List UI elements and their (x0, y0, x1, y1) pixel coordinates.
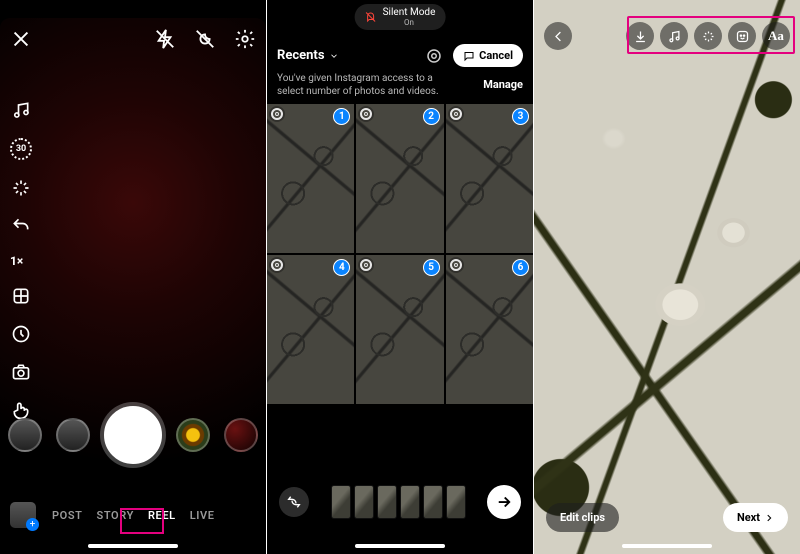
reorder-button[interactable] (279, 487, 309, 517)
media-cell[interactable]: 6 (446, 255, 533, 404)
editor-toolbar: Aa (626, 22, 790, 50)
clip-thumb[interactable] (446, 485, 466, 519)
live-photo-icon (271, 259, 283, 271)
media-cell[interactable]: 5 (356, 255, 443, 404)
live-photo-icon (450, 259, 462, 271)
sticker-icon[interactable] (728, 22, 756, 50)
effects-icon[interactable] (694, 22, 722, 50)
music-icon[interactable] (10, 100, 32, 120)
media-cell[interactable]: 1 (267, 104, 354, 253)
text-icon[interactable]: Aa (762, 22, 790, 50)
dual-camera-icon[interactable] (10, 362, 32, 382)
night-off-icon[interactable] (194, 28, 216, 50)
next-button[interactable]: Next (723, 503, 788, 532)
next-button[interactable] (487, 485, 521, 519)
tab-reel[interactable]: REEL (148, 509, 176, 522)
shutter-button[interactable] (104, 406, 162, 464)
mode-tabs: POST STORY REEL LIVE (52, 509, 215, 522)
order-badge: 3 (512, 108, 529, 125)
album-label: Recents (277, 48, 325, 63)
filter-thumb[interactable] (224, 418, 258, 452)
album-selector[interactable]: Recents (277, 48, 339, 63)
preview-image (534, 0, 800, 554)
download-icon[interactable] (626, 22, 654, 50)
select-multiple-icon[interactable] (425, 47, 443, 65)
bell-off-icon (365, 11, 377, 23)
settings-icon[interactable] (234, 28, 256, 50)
gallery-button[interactable] (10, 502, 36, 528)
order-badge: 5 (423, 259, 440, 276)
clip-thumb[interactable] (354, 485, 374, 519)
layout-icon[interactable] (10, 286, 32, 306)
chevron-right-icon (764, 513, 774, 523)
music-icon[interactable] (660, 22, 688, 50)
clip-thumb[interactable] (400, 485, 420, 519)
media-cell[interactable]: 4 (267, 255, 354, 404)
side-toolbar: 30 1× (10, 100, 32, 420)
cancel-button[interactable]: Cancel (453, 44, 523, 67)
chat-icon (463, 50, 475, 62)
clip-strip (319, 485, 477, 519)
live-photo-icon (450, 108, 462, 120)
filter-thumb[interactable] (56, 418, 90, 452)
filter-thumb[interactable] (8, 418, 42, 452)
capture-panel: 30 1× POST STORY REEL LIVE (0, 0, 266, 554)
manage-button[interactable]: Manage (483, 78, 523, 92)
filter-row (0, 406, 266, 464)
effects-icon[interactable] (10, 178, 32, 198)
chevron-down-icon (329, 51, 339, 61)
tab-story[interactable]: STORY (97, 509, 134, 522)
close-icon[interactable] (10, 28, 32, 50)
cancel-label: Cancel (479, 49, 513, 62)
text-label: Aa (768, 28, 784, 44)
filter-thumb[interactable] (176, 418, 210, 452)
order-badge: 2 (423, 108, 440, 125)
media-grid: 1 2 3 4 5 6 (267, 104, 533, 404)
silent-title: Silent Mode (383, 7, 436, 18)
editor-panel: Aa Edit clips Next (534, 0, 800, 554)
tab-live[interactable]: LIVE (190, 509, 215, 522)
duration-button[interactable]: 30 (10, 138, 32, 160)
media-cell[interactable]: 2 (356, 104, 443, 253)
flash-off-icon[interactable] (154, 28, 176, 50)
live-photo-icon (271, 108, 283, 120)
picker-panel: Silent Mode On Recents Cancel You've giv… (267, 0, 533, 554)
silent-mode-pill: Silent Mode On (355, 4, 446, 30)
media-cell[interactable]: 3 (446, 104, 533, 253)
clip-thumb[interactable] (377, 485, 397, 519)
order-badge: 6 (512, 259, 529, 276)
permission-text: You've given Instagram access to a selec… (277, 72, 457, 98)
home-indicator (622, 544, 712, 548)
permission-bar: You've given Instagram access to a selec… (277, 72, 523, 98)
edit-clips-button[interactable]: Edit clips (546, 503, 619, 532)
home-indicator (88, 544, 178, 548)
next-label: Next (737, 511, 760, 524)
undo-icon[interactable] (10, 216, 32, 236)
speed-icon[interactable] (10, 324, 32, 344)
home-indicator (355, 544, 445, 548)
clip-thumb[interactable] (423, 485, 443, 519)
zoom-button[interactable]: 1× (10, 254, 32, 268)
clip-thumb[interactable] (331, 485, 351, 519)
silent-sub: On (383, 18, 436, 27)
tab-post[interactable]: POST (52, 509, 83, 522)
back-button[interactable] (544, 22, 572, 50)
